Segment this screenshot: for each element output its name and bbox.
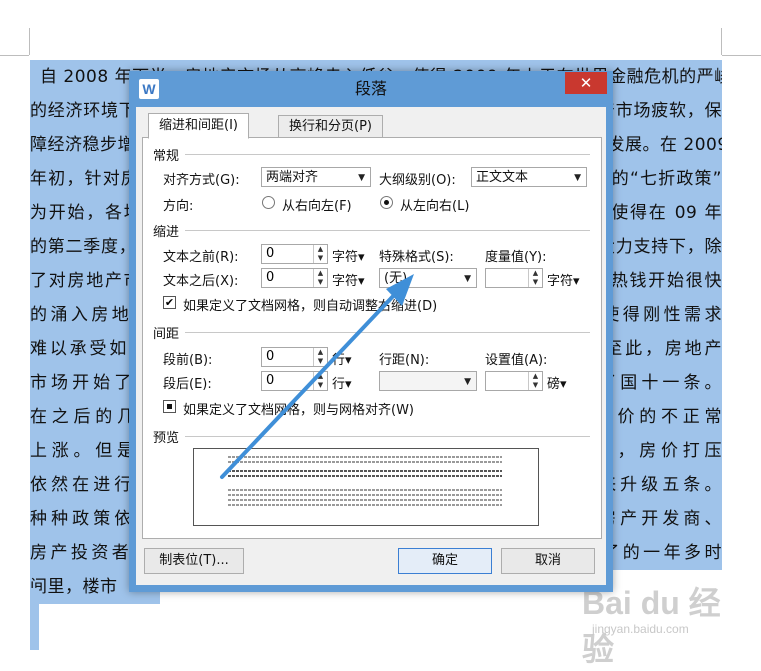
grid-align-label[interactable]: 如果定义了文档网格，则与网格对齐(W) xyxy=(183,399,414,418)
chevron-down-icon: ▼ xyxy=(464,274,471,284)
indent-after-label: 文本之后(X): xyxy=(163,274,239,289)
measure-label: 度量值(Y): xyxy=(485,250,547,265)
outline-level-label: 大纲级别(O): xyxy=(379,173,456,188)
watermark-url: jingyan.baidu.com xyxy=(592,622,689,636)
alignment-value: 两端对齐 xyxy=(266,170,319,185)
close-button[interactable]: ✕ xyxy=(565,72,607,94)
tab-indent-spacing[interactable]: 缩进和间距(I) xyxy=(148,113,249,139)
dialog-title: 段落 xyxy=(354,79,387,98)
cancel-button[interactable]: 取消 xyxy=(501,548,595,574)
selection-tail xyxy=(30,588,39,650)
paragraph-preview xyxy=(193,448,539,526)
stepper-arrows-icon[interactable]: ▲ ▼ xyxy=(313,245,327,263)
section-heading-spacing: 间距 xyxy=(153,327,180,342)
dialog-body: 缩进和间距(I) 换行和分页(P) 常规 对齐方式(G): 两端对齐 ▼ 大纲级… xyxy=(136,107,606,585)
divider xyxy=(185,154,590,155)
section-heading-general: 常规 xyxy=(153,149,180,164)
section-heading-preview: 预览 xyxy=(153,431,180,446)
stepper-arrows-icon[interactable]: ▲ ▼ xyxy=(313,348,327,366)
outline-level-dropdown[interactable]: 正文文本 ▼ xyxy=(471,167,587,187)
space-after-label: 段后(E): xyxy=(163,377,212,392)
tab-panel: 常规 对齐方式(G): 两端对齐 ▼ 大纲级别(O): 正文文本 ▼ 方向: 从… xyxy=(142,137,602,539)
space-before-stepper[interactable]: 0 ▲ ▼ xyxy=(261,347,328,367)
chevron-down-icon: ▼ xyxy=(464,377,471,387)
space-after-value: 0 xyxy=(266,373,275,388)
preview-line xyxy=(228,461,502,463)
rtl-radio[interactable] xyxy=(262,196,275,209)
space-after-stepper[interactable]: 0 ▲ ▼ xyxy=(261,371,328,391)
stepper-arrows-icon[interactable]: ▲ ▼ xyxy=(528,372,542,390)
divider xyxy=(185,436,590,437)
indent-after-unit[interactable]: 字符▾ xyxy=(332,270,365,289)
indent-before-value: 0 xyxy=(266,246,275,261)
auto-adjust-checkbox[interactable]: ✔ xyxy=(163,296,176,309)
line-spacing-label: 行距(N): xyxy=(379,353,430,368)
special-format-dropdown[interactable]: (无) ▼ xyxy=(379,268,477,288)
preview-line xyxy=(228,499,502,501)
line-spacing-dropdown[interactable]: ▼ xyxy=(379,371,477,391)
preview-line xyxy=(228,470,502,472)
preview-line xyxy=(228,456,502,458)
alignment-dropdown[interactable]: 两端对齐 ▼ xyxy=(261,167,371,187)
page-corner-marker xyxy=(0,55,29,56)
tab-stops-button[interactable]: 制表位(T)... xyxy=(144,548,244,574)
preview-line xyxy=(228,504,502,506)
indent-after-value: 0 xyxy=(266,270,275,285)
divider xyxy=(185,332,590,333)
ok-button[interactable]: 确定 xyxy=(398,548,492,574)
chevron-down-icon: ▼ xyxy=(574,173,581,183)
setting-value-stepper[interactable]: ▲ ▼ xyxy=(485,371,543,391)
ltr-radio[interactable] xyxy=(380,196,393,209)
special-format-value: (无) xyxy=(384,271,408,286)
indent-after-stepper[interactable]: 0 ▲ ▼ xyxy=(261,268,328,288)
divider xyxy=(185,230,590,231)
chevron-down-icon: ▼ xyxy=(358,173,365,183)
outline-level-value: 正文文本 xyxy=(476,170,529,185)
direction-label: 方向: xyxy=(163,199,194,214)
measure-unit[interactable]: 字符▾ xyxy=(547,270,580,289)
grid-align-checkbox[interactable] xyxy=(163,400,176,413)
indent-before-stepper[interactable]: 0 ▲ ▼ xyxy=(261,244,328,264)
paragraph-dialog: W 段落 ✕ 缩进和间距(I) 换行和分页(P) 常规 对齐方式(G): 两端对… xyxy=(129,71,613,592)
alignment-label: 对齐方式(G): xyxy=(163,173,240,188)
indent-before-unit[interactable]: 字符▾ xyxy=(332,246,365,265)
tab-line-page-breaks[interactable]: 换行和分页(P) xyxy=(278,115,383,138)
auto-adjust-label[interactable]: 如果定义了文档网格，则自动调整右缩进(D) xyxy=(183,295,437,314)
special-format-label: 特殊格式(S): xyxy=(379,250,454,265)
space-before-value: 0 xyxy=(266,349,275,364)
space-before-unit[interactable]: 行▾ xyxy=(332,349,352,368)
page-corner-marker xyxy=(29,28,30,55)
stepper-arrows-icon[interactable]: ▲ ▼ xyxy=(313,269,327,287)
stepper-arrows-icon[interactable]: ▲ ▼ xyxy=(528,269,542,287)
setting-value-unit[interactable]: 磅▾ xyxy=(547,373,567,392)
rtl-label[interactable]: 从右向左(F) xyxy=(282,195,352,214)
indent-before-label: 文本之前(R): xyxy=(163,250,239,265)
ltr-label[interactable]: 从左向右(L) xyxy=(400,195,469,214)
space-after-unit[interactable]: 行▾ xyxy=(332,373,352,392)
dialog-titlebar[interactable]: W 段落 ✕ xyxy=(129,71,613,107)
preview-line xyxy=(228,494,502,496)
page-corner-marker xyxy=(721,28,722,55)
measure-stepper[interactable]: ▲ ▼ xyxy=(485,268,543,288)
preview-line xyxy=(228,489,502,491)
section-heading-indent: 缩进 xyxy=(153,225,180,240)
space-before-label: 段前(B): xyxy=(163,353,213,368)
setting-value-label: 设置值(A): xyxy=(485,353,548,368)
page-corner-marker xyxy=(722,55,761,56)
preview-line xyxy=(228,475,502,477)
stepper-arrows-icon[interactable]: ▲ ▼ xyxy=(313,372,327,390)
